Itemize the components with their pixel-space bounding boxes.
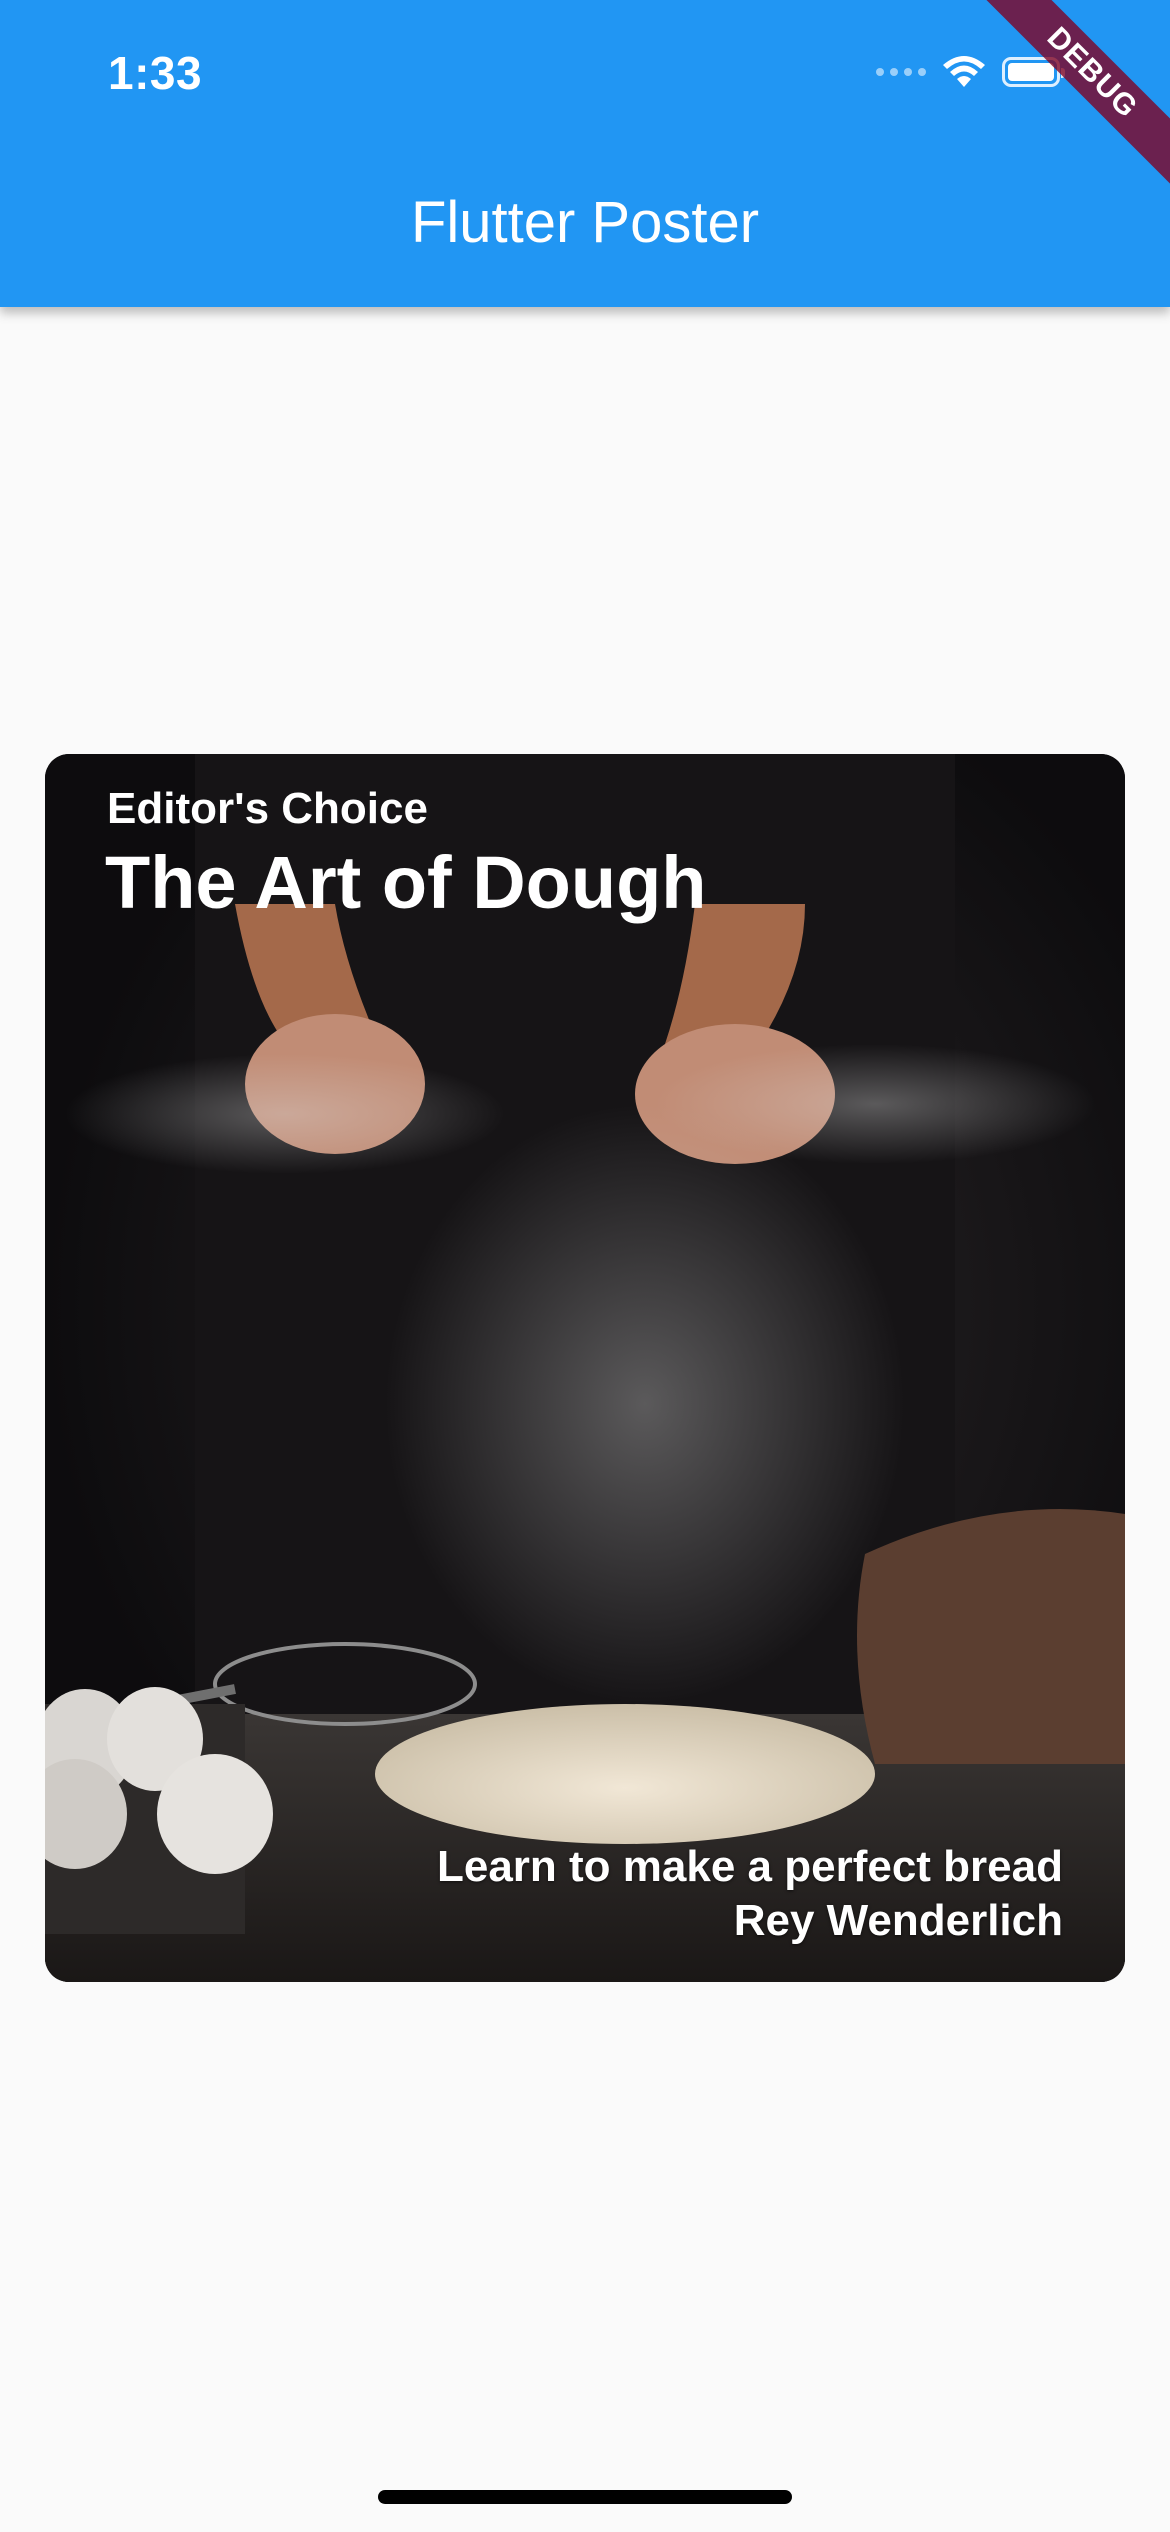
wifi-icon <box>943 56 985 87</box>
poster-title: The Art of Dough <box>105 841 707 924</box>
app-bar: 1:33 Flutter Poster <box>0 0 1170 307</box>
screen: 1:33 Flutter Poster DEBUG Editor's Choic… <box>0 0 1170 2532</box>
cellular-signal-icon <box>876 68 926 76</box>
poster-description: Learn to make a perfect bread <box>436 1842 1063 1891</box>
page-title: Flutter Poster <box>410 190 760 255</box>
status-time: 1:33 <box>108 47 203 99</box>
poster-subtitle: Editor's Choice <box>107 784 428 833</box>
home-indicator[interactable] <box>378 2490 792 2504</box>
poster-card[interactable]: Editor's Choice The Art of Dough Learn t… <box>45 754 1125 1982</box>
status-icons <box>876 50 1065 94</box>
poster-author: Rey Wenderlich <box>733 1896 1063 1945</box>
poster-background-image <box>45 754 1125 1982</box>
